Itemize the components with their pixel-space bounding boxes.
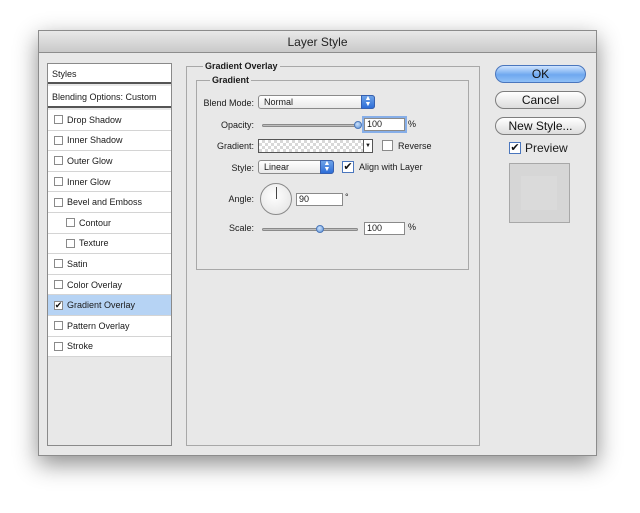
styles-list: Styles Blending Options: Custom Drop Sha… bbox=[47, 63, 172, 446]
align-with-layer-label: Align with Layer bbox=[359, 162, 423, 172]
cancel-button[interactable]: Cancel bbox=[495, 91, 586, 109]
style-item-label: Satin bbox=[67, 258, 88, 269]
checkbox-empty-icon[interactable] bbox=[54, 115, 63, 125]
checkbox-empty-icon[interactable] bbox=[66, 238, 75, 248]
checkbox-empty-icon[interactable] bbox=[54, 156, 63, 166]
checkmark-icon: ✔ bbox=[342, 160, 354, 173]
align-with-layer-checkbox[interactable]: ✔ Align with Layer bbox=[342, 161, 423, 173]
checkbox-empty-icon[interactable] bbox=[54, 259, 63, 269]
style-item-inner-shadow[interactable]: Inner Shadow bbox=[48, 130, 171, 152]
gradient-picker[interactable] bbox=[258, 139, 364, 153]
opacity-label: Opacity: bbox=[220, 120, 254, 130]
checkmark-icon: ✔ bbox=[509, 141, 521, 154]
section-title: Gradient bbox=[210, 75, 252, 85]
style-item-label: Pattern Overlay bbox=[67, 320, 130, 331]
style-item-label: Bevel and Emboss bbox=[67, 197, 143, 208]
angle-indicator bbox=[275, 187, 277, 199]
opacity-input[interactable]: 100 bbox=[364, 118, 405, 131]
checkbox-empty-icon[interactable] bbox=[66, 218, 75, 228]
checkbox-empty-icon[interactable] bbox=[54, 321, 63, 331]
style-item-label: Outer Glow bbox=[67, 155, 113, 166]
scale-input[interactable]: 100 bbox=[364, 222, 405, 235]
style-item-label: Inner Shadow bbox=[67, 135, 123, 146]
style-item-label: Texture bbox=[79, 238, 109, 249]
angle-input[interactable]: 90 bbox=[296, 193, 343, 206]
style-item-stroke[interactable]: Stroke bbox=[48, 336, 171, 358]
checkbox-empty-icon[interactable] bbox=[54, 177, 63, 187]
blending-options-item[interactable]: Blending Options: Custom bbox=[48, 86, 171, 108]
style-item-texture[interactable]: Texture bbox=[48, 233, 171, 255]
checkbox-empty-icon[interactable] bbox=[54, 197, 63, 207]
checkbox-empty-icon[interactable] bbox=[54, 280, 63, 290]
checkmark-icon[interactable]: ✔ bbox=[54, 300, 63, 310]
scale-slider-thumb[interactable] bbox=[315, 225, 324, 233]
scale-label: Scale: bbox=[228, 223, 254, 233]
opacity-unit: % bbox=[408, 119, 417, 129]
opacity-slider[interactable] bbox=[262, 124, 358, 127]
style-item-label: Color Overlay bbox=[67, 279, 123, 290]
preview-label: Preview bbox=[525, 141, 568, 155]
group-title: Gradient Overlay bbox=[203, 61, 280, 71]
blend-mode-label: Blend Mode: bbox=[203, 98, 254, 108]
opacity-slider-thumb[interactable] bbox=[354, 121, 362, 129]
style-item-label: Gradient Overlay bbox=[67, 300, 136, 311]
updown-arrows-icon: ▲ ▼ bbox=[320, 160, 334, 174]
style-item-contour[interactable]: Contour bbox=[48, 213, 171, 234]
style-item-label: Stroke bbox=[67, 341, 94, 352]
blend-mode-select[interactable]: Normal ▲ ▼ bbox=[258, 95, 375, 109]
scale-unit: % bbox=[408, 222, 417, 232]
style-item-satin[interactable]: Satin bbox=[48, 254, 171, 275]
updown-arrows-icon: ▲ ▼ bbox=[361, 95, 375, 109]
style-item-pattern-overlay[interactable]: Pattern Overlay bbox=[48, 316, 171, 337]
styles-header[interactable]: Styles bbox=[48, 64, 171, 84]
gradient-dropdown-icon[interactable]: ▼ bbox=[364, 139, 373, 153]
checkbox-empty-icon[interactable] bbox=[54, 135, 63, 145]
reverse-label: Reverse bbox=[398, 140, 432, 151]
style-item-drop-shadow[interactable]: Drop Shadow bbox=[48, 110, 171, 131]
reverse-checkbox[interactable]: Reverse bbox=[382, 140, 432, 151]
reverse-checkbox-box bbox=[382, 140, 393, 151]
style-item-label: Contour bbox=[79, 217, 112, 228]
ok-button[interactable]: OK bbox=[495, 65, 586, 83]
style-item-label: Inner Glow bbox=[67, 176, 111, 187]
angle-label: Angle: bbox=[228, 194, 254, 204]
style-item-inner-glow[interactable]: Inner Glow bbox=[48, 171, 171, 193]
style-value: Linear bbox=[264, 162, 290, 172]
blend-mode-value: Normal bbox=[264, 97, 294, 107]
preview-swatch bbox=[521, 176, 557, 210]
window-title: Layer Style bbox=[39, 31, 596, 53]
style-item-color-overlay[interactable]: Color Overlay bbox=[48, 274, 171, 296]
checkbox-empty-icon[interactable] bbox=[54, 341, 63, 351]
style-item-label: Drop Shadow bbox=[67, 114, 122, 125]
preview-checkbox[interactable]: ✔ Preview bbox=[509, 141, 568, 155]
style-item-outer-glow[interactable]: Outer Glow bbox=[48, 151, 171, 172]
style-item-gradient-overlay[interactable]: ✔ Gradient Overlay bbox=[48, 295, 171, 316]
gradient-label: Gradient: bbox=[216, 141, 254, 151]
style-item-bevel-and-emboss[interactable]: Bevel and Emboss bbox=[48, 192, 171, 213]
style-label: Style: bbox=[231, 163, 254, 173]
style-select[interactable]: Linear ▲ ▼ bbox=[258, 160, 334, 174]
new-style-button[interactable]: New Style... bbox=[495, 117, 586, 135]
angle-unit: ° bbox=[345, 192, 349, 202]
scale-slider[interactable] bbox=[262, 228, 358, 231]
